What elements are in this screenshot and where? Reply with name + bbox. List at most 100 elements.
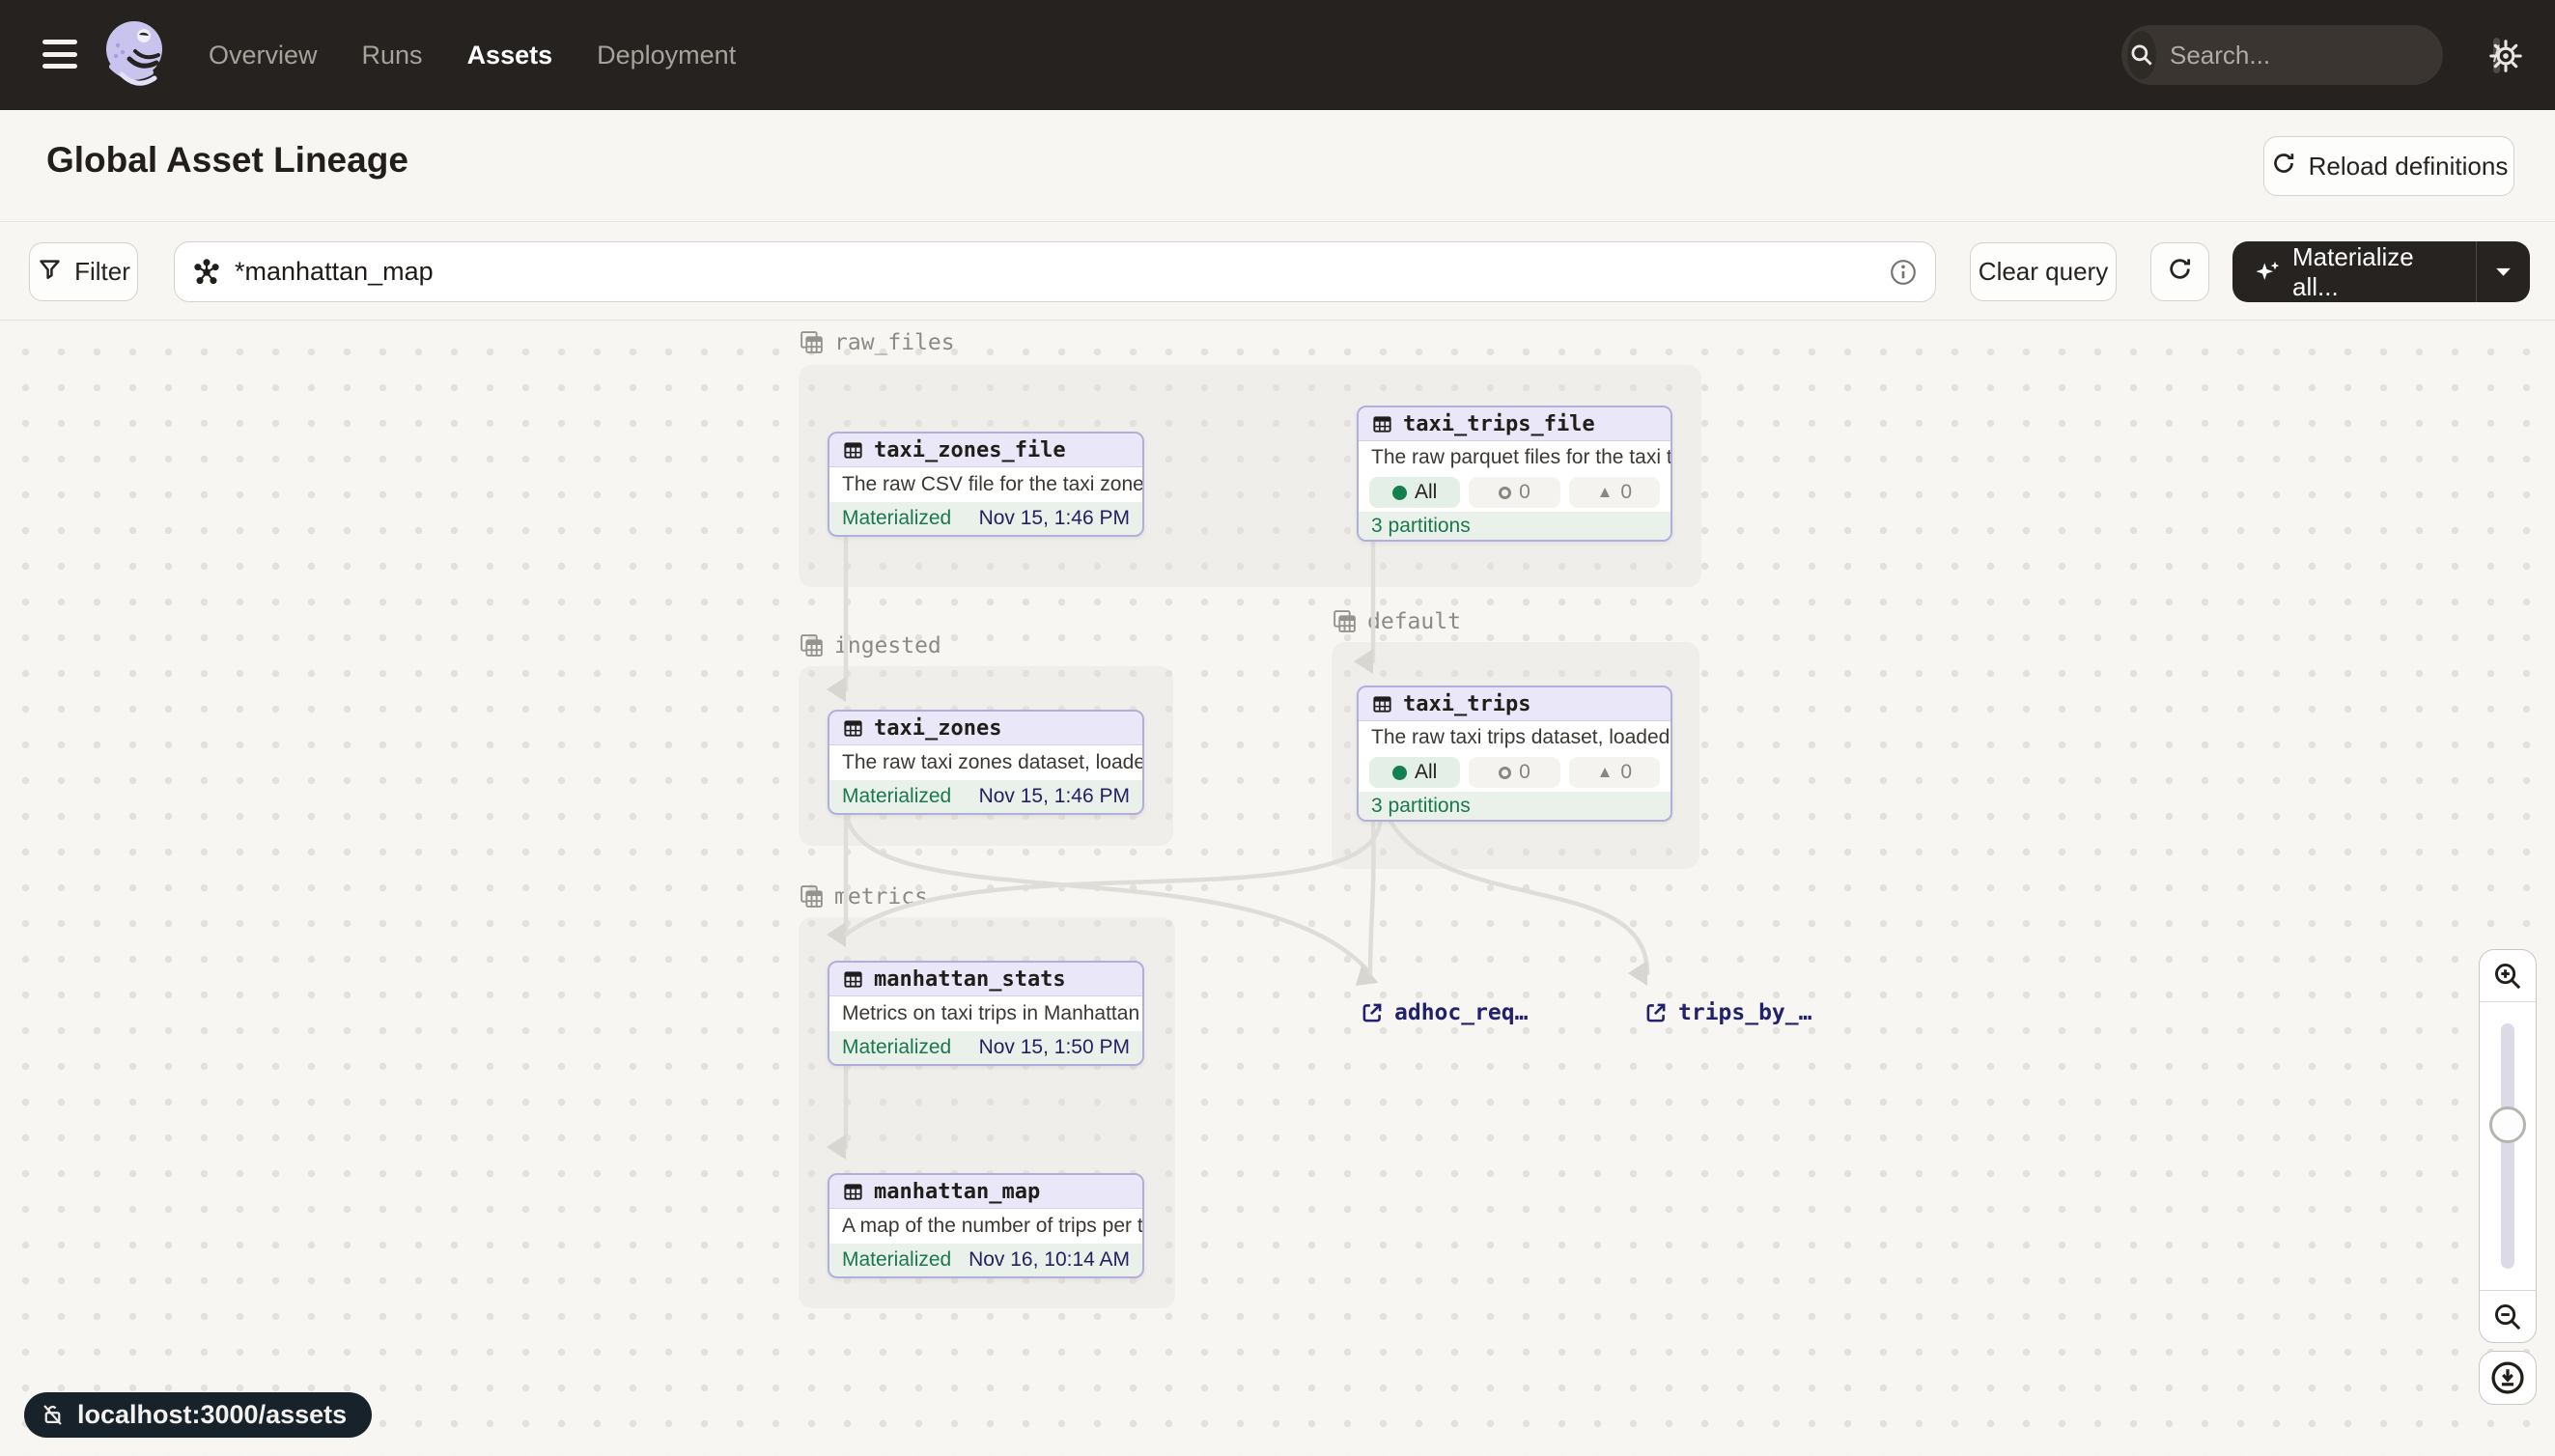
- asset-node-header: manhattan_map: [829, 1175, 1142, 1209]
- asset-node-taxi-zones[interactable]: taxi_zones The raw taxi zones dataset, l…: [828, 710, 1144, 815]
- nav-tabs: Overview Runs Assets Deployment: [209, 0, 736, 110]
- zoom-controls: [2479, 949, 2537, 1343]
- materialization-timestamp: Nov 15, 1:46 PM: [979, 507, 1130, 530]
- external-link-icon: [1360, 1000, 1385, 1025]
- group-name: metrics: [834, 884, 928, 910]
- partitions-count: 3 partitions: [1371, 795, 1471, 818]
- global-search[interactable]: /: [2121, 25, 2443, 85]
- external-asset-trips-by[interactable]: trips_by_…: [1643, 1000, 1811, 1025]
- partitions-all-pill[interactable]: All: [1369, 477, 1460, 508]
- triangle-icon: ▲: [1597, 483, 1614, 502]
- clear-query-button[interactable]: Clear query: [1970, 242, 2117, 301]
- external-link-icon: [1643, 1000, 1669, 1025]
- triangle-icon: ▲: [1597, 763, 1614, 782]
- tab-deployment[interactable]: Deployment: [597, 41, 736, 70]
- asset-node-taxi-zones-file[interactable]: taxi_zones_file The raw CSV file for the…: [828, 432, 1144, 537]
- pill-count: 0: [1519, 761, 1530, 784]
- status-badge: Materialized: [842, 1036, 951, 1059]
- tab-runs[interactable]: Runs: [362, 41, 423, 70]
- materialize-all-button[interactable]: Materialize all...: [2232, 241, 2530, 302]
- asset-node-taxi-trips-file[interactable]: taxi_trips_file The raw parquet files fo…: [1357, 406, 1672, 542]
- asset-description: A map of the number of trips per taxi z.…: [829, 1209, 1142, 1244]
- success-dot-icon: [1392, 766, 1407, 780]
- tab-overview[interactable]: Overview: [209, 41, 318, 70]
- external-asset-name: adhoc_req…: [1394, 1000, 1528, 1025]
- table-icon: [842, 439, 864, 462]
- group-label-default[interactable]: default: [1332, 608, 1461, 634]
- zoom-slider[interactable]: [2480, 1002, 2536, 1290]
- asset-description: The raw CSV file for the taxi zones dat.…: [829, 467, 1142, 502]
- download-icon: [2489, 1359, 2526, 1396]
- page-title: Global Asset Lineage: [46, 140, 408, 181]
- status-badge: Materialized: [842, 785, 951, 808]
- asset-description: The raw taxi trips dataset, loaded into …: [1359, 721, 1671, 753]
- partitions-all-pill[interactable]: All: [1369, 757, 1460, 788]
- zoom-in-icon: [2491, 960, 2524, 993]
- partitions-missing-pill[interactable]: ▲ 0: [1569, 757, 1660, 788]
- asset-query-box[interactable]: [174, 241, 1936, 302]
- group-label-raw-files[interactable]: raw_files: [799, 329, 955, 355]
- sparkle-icon: [2254, 258, 2283, 287]
- funnel-icon: [37, 256, 63, 289]
- gear-icon[interactable]: [2487, 38, 2524, 74]
- pill-count: 0: [1620, 481, 1632, 504]
- partitions-failed-pill[interactable]: 0: [1469, 477, 1559, 508]
- group-icon: [799, 329, 825, 355]
- status-badge: Materialized: [842, 507, 951, 530]
- graph-query-icon: [192, 258, 221, 287]
- group-name: ingested: [834, 633, 941, 658]
- group-name: raw_files: [834, 330, 955, 355]
- group-icon: [799, 632, 825, 658]
- materialize-caret-button[interactable]: [2477, 266, 2530, 277]
- asset-node-manhattan-map[interactable]: manhattan_map A map of the number of tri…: [828, 1173, 1144, 1278]
- zoom-slider-handle[interactable]: [2489, 1106, 2526, 1143]
- materialization-timestamp: Nov 16, 10:14 AM: [969, 1248, 1130, 1272]
- asset-node-header: taxi_zones_file: [829, 434, 1142, 467]
- group-name: default: [1367, 609, 1461, 634]
- refresh-icon: [2166, 255, 2194, 290]
- asset-node-header: taxi_trips: [1359, 687, 1671, 721]
- group-label-ingested[interactable]: ingested: [799, 632, 941, 658]
- asset-query-input[interactable]: [235, 257, 1889, 287]
- partition-health-row: All 0 ▲ 0: [1359, 753, 1671, 792]
- pill-label: All: [1415, 481, 1437, 504]
- materialize-all-label: Materialize all...: [2292, 242, 2458, 302]
- materialization-timestamp: Nov 15, 1:46 PM: [979, 785, 1130, 808]
- success-dot-icon: [1392, 486, 1407, 500]
- materialization-timestamp: Nov 15, 1:50 PM: [979, 1036, 1130, 1059]
- group-icon: [799, 883, 825, 910]
- table-icon: [842, 717, 864, 740]
- asset-description: The raw parquet files for the taxi trips…: [1359, 441, 1671, 473]
- asset-node-header: taxi_trips_file: [1359, 407, 1671, 441]
- asset-node-taxi-trips[interactable]: taxi_trips The raw taxi trips dataset, l…: [1357, 686, 1672, 822]
- partitions-missing-pill[interactable]: ▲ 0: [1569, 477, 1660, 508]
- table-icon: [1371, 413, 1393, 435]
- asset-name: taxi_zones_file: [874, 438, 1066, 462]
- search-input[interactable]: [2156, 41, 2493, 70]
- zoom-in-button[interactable]: [2480, 950, 2536, 1002]
- status-url: localhost:3000/assets: [77, 1400, 347, 1430]
- zoom-out-icon: [2491, 1301, 2524, 1333]
- tab-assets[interactable]: Assets: [467, 41, 553, 70]
- asset-node-header: taxi_zones: [829, 712, 1142, 745]
- page-header: Global Asset Lineage Reload definitions: [0, 110, 2555, 222]
- table-icon: [1371, 693, 1393, 715]
- asset-name: taxi_trips_file: [1403, 412, 1595, 436]
- dagster-logo-icon[interactable]: [100, 16, 172, 96]
- reload-definitions-button[interactable]: Reload definitions: [2263, 136, 2514, 196]
- menu-icon[interactable]: [42, 40, 77, 69]
- external-asset-adhoc-request[interactable]: adhoc_req…: [1360, 1000, 1528, 1025]
- asset-node-manhattan-stats[interactable]: manhattan_stats Metrics on taxi trips in…: [828, 961, 1144, 1066]
- download-view-button[interactable]: [2479, 1351, 2537, 1405]
- partitions-failed-pill[interactable]: 0: [1469, 757, 1559, 788]
- info-icon[interactable]: [1889, 258, 1918, 287]
- asset-node-header: manhattan_stats: [829, 963, 1142, 996]
- zoom-out-button[interactable]: [2480, 1290, 2536, 1342]
- pill-label: All: [1415, 761, 1437, 784]
- lineage-toolbar: Filter Clear query: [0, 223, 2555, 321]
- zoom-slider-track[interactable]: [2501, 1023, 2514, 1269]
- filter-button[interactable]: Filter: [29, 242, 138, 301]
- asset-name: taxi_zones: [874, 716, 1001, 741]
- refresh-button[interactable]: [2150, 242, 2209, 301]
- group-label-metrics[interactable]: metrics: [799, 883, 928, 910]
